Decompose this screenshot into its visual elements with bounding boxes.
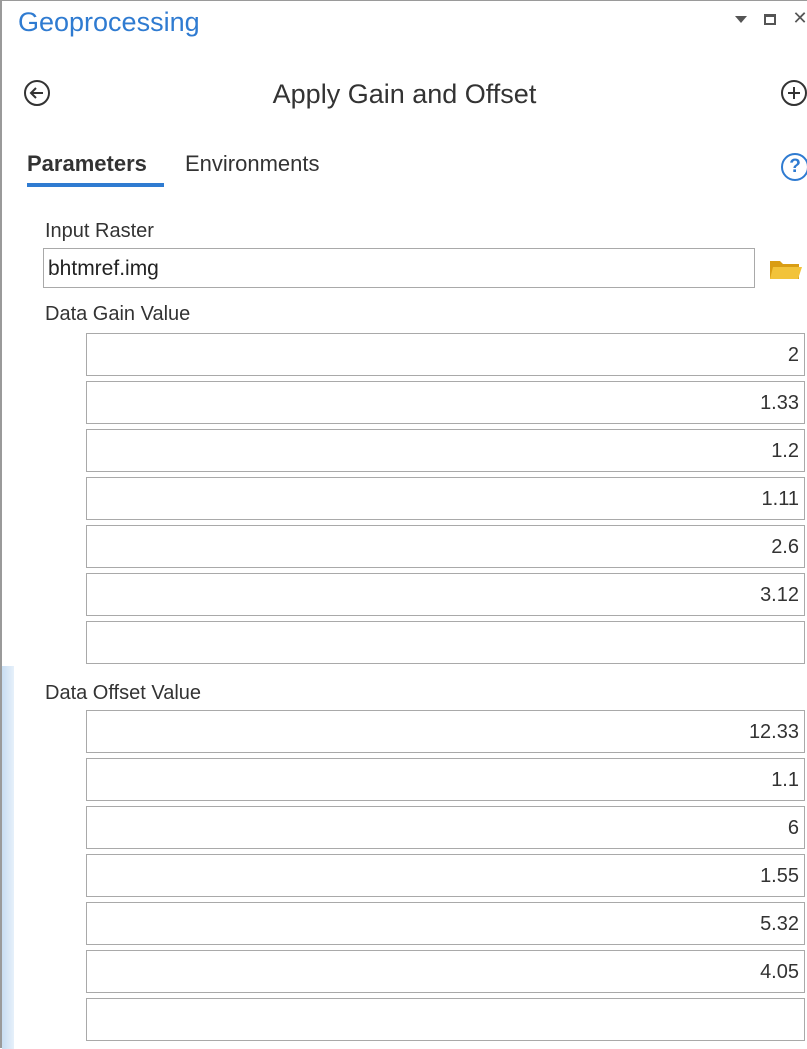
gain-value-cell[interactable]: 2.6 <box>86 525 805 568</box>
add-button[interactable] <box>781 80 807 106</box>
data-offset-label: Data Offset Value <box>45 682 202 704</box>
pane-options-button[interactable] <box>730 5 752 31</box>
selection-gutter <box>2 666 14 1049</box>
active-tab-indicator <box>27 183 164 187</box>
folder-icon[interactable] <box>769 257 803 281</box>
close-icon: ✕ <box>792 8 807 28</box>
tab-parameters[interactable]: Parameters <box>27 151 147 177</box>
plus-icon <box>788 87 800 99</box>
offset-value-cell[interactable]: 12.33 <box>86 710 805 753</box>
tool-header: Apply Gain and Offset <box>2 69 807 125</box>
tool-title: Apply Gain and Offset <box>272 79 537 109</box>
input-raster-field[interactable]: bhtmref.img <box>43 248 755 288</box>
offset-value-cell[interactable]: 4.05 <box>86 950 805 993</box>
input-raster-label: Input Raster <box>45 220 154 242</box>
tab-strip: Parameters Environments ? <box>2 147 807 191</box>
offset-value-cell[interactable]: 1.1 <box>86 758 805 801</box>
pane-title: Geoprocessing <box>18 7 200 37</box>
maximize-button[interactable] <box>759 5 781 31</box>
data-gain-label: Data Gain Value <box>45 303 191 325</box>
gain-value-cell[interactable]: 1.2 <box>86 429 805 472</box>
dropdown-triangle-icon <box>735 15 747 23</box>
tab-environments[interactable]: Environments <box>185 151 320 177</box>
close-button[interactable]: ✕ <box>791 5 807 31</box>
geoprocessing-pane: Geoprocessing ✕ Apply Gain and Offset Pa… <box>0 0 807 1049</box>
gain-value-cell[interactable]: 3.12 <box>86 573 805 616</box>
title-bar: Geoprocessing ✕ <box>2 1 807 51</box>
offset-value-cell[interactable]: 5.32 <box>86 902 805 945</box>
gain-value-cell[interactable]: 1.33 <box>86 381 805 424</box>
offset-value-cell[interactable]: 1.55 <box>86 854 805 897</box>
gain-value-cell[interactable]: 2 <box>86 333 805 376</box>
help-icon[interactable]: ? <box>781 153 807 181</box>
gain-value-cell[interactable]: 1.11 <box>86 477 805 520</box>
offset-value-cell[interactable]: 6 <box>86 806 805 849</box>
gain-value-cell-empty[interactable] <box>86 621 805 664</box>
offset-value-cell-empty[interactable] <box>86 998 805 1041</box>
maximize-icon <box>764 13 776 25</box>
